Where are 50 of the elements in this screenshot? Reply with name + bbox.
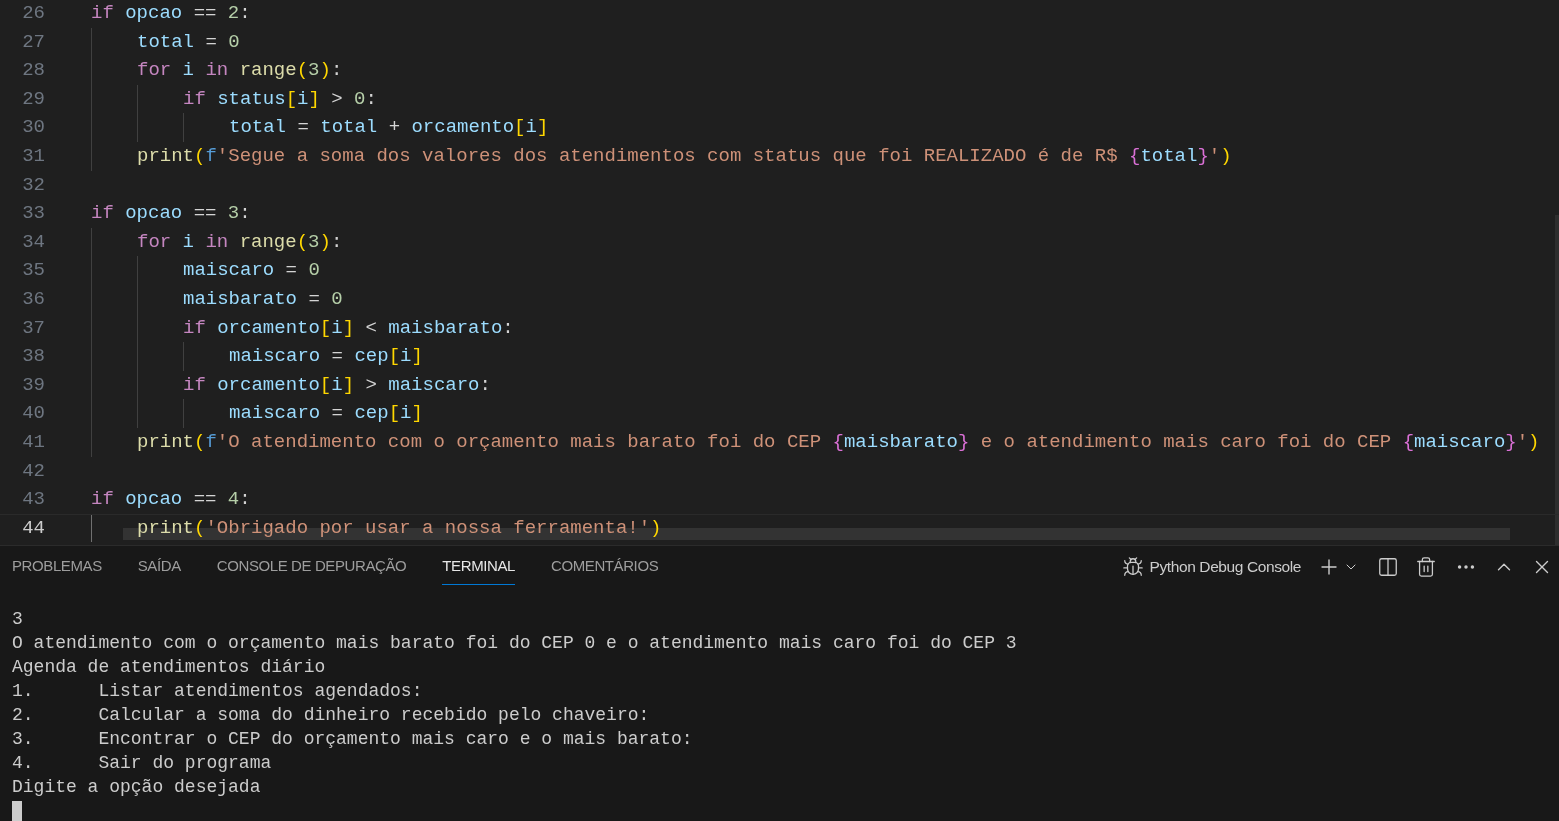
line-number: 32 [21,172,46,198]
code-line: if opcao == 2: [91,1,251,27]
panel-tab[interactable]: COMENTÁRIOS [551,548,659,585]
code-line: if opcao == 3: [91,201,251,227]
code-line: for i in range(3): [137,58,343,84]
terminal-line: Agenda de atendimentos diário [12,656,326,679]
panel-tab[interactable]: SAÍDA [137,548,181,585]
line-number: 40 [21,401,46,427]
code-line: maiscaro = cep[i] [229,344,423,370]
line-number: 38 [21,344,46,370]
line-number: 29 [21,86,46,112]
panel-tab[interactable]: CONSOLE DE DEPURAÇÃO [216,548,407,585]
line-number: 41 [21,429,46,455]
terminal-line: 1. Listar atendimentos agendados: [12,680,423,703]
line-number: 39 [21,372,46,398]
terminal-line: 4. Sair do programa [12,752,272,775]
terminal-line: 2. Calcular a soma do dinheiro recebido pelo chaveiro: [12,704,650,727]
code-line: if opcao == 4: [91,487,251,513]
code-line: maisbarato = 0 [183,287,343,312]
code-line: if orcamento[i] > maiscaro: [183,372,491,398]
line-number: 33 [21,201,46,227]
code-line: if orcamento[i] < maisbarato: [183,315,514,341]
line-number: 34 [21,229,46,255]
terminal-line: 3. Encontrar o CEP do orçamento mais caro e o mais barato: [12,728,693,751]
line-number: 30 [21,115,46,141]
code-line: if status[i] > 0: [183,86,377,112]
terminal-line: Digite a opção desejada [12,776,261,799]
line-number: 28 [21,58,46,84]
line-number: 44 [21,516,46,542]
terminal-line: O atendimento com o orçamento mais barato foi do CEP 0 e o atendimento mais caro foi do CEP 3 [12,632,1017,655]
line-number: 27 [21,29,46,55]
code-line: maiscaro = 0 [183,258,320,284]
line-number: 35 [21,258,46,284]
code-line: for i in range(3): [137,229,343,255]
line-number: 26 [21,1,46,27]
code-line: maiscaro = cep[i] [229,401,423,427]
code-line: total = 0 [137,29,240,55]
code-line: print(f'O atendimento com o orçamento mais barato foi do CEP {maisbarato} e o atendimento mais caro foi do CEP {maiscaro}') [137,429,1540,455]
code-line: print('Obrigado por usar a nossa ferramenta!') [137,516,662,542]
code-line: total = total + orcamento[i] [229,115,549,141]
terminal-name[interactable]: Python Debug Console [1149,554,1301,579]
code-line: print(f'Segue a soma dos valores dos atendimentos com status que foi REALIZADO é de R$ {total}') [137,144,1232,169]
terminal-line: 3 [12,608,23,631]
line-number: 42 [21,458,46,484]
line-number: 36 [21,287,46,312]
line-number: 37 [21,315,46,341]
line-number: 31 [21,144,46,169]
panel-tab[interactable]: TERMINAL [442,548,515,585]
line-number: 43 [21,487,46,513]
panel-tab[interactable]: PROBLEMAS [12,548,102,585]
